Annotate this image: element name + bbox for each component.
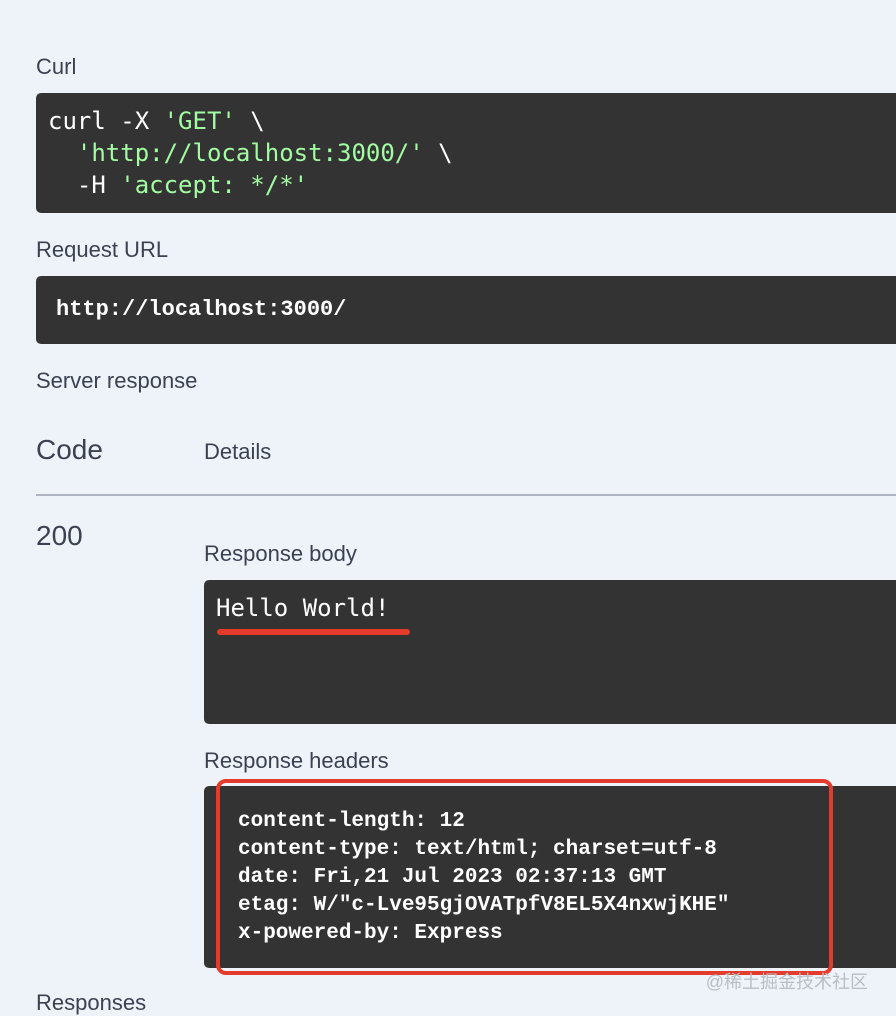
curl-line-2: 'http://localhost:3000/' \ [48, 137, 896, 169]
curl-header-flag: -H [48, 171, 121, 199]
server-response-label: Server response [36, 368, 198, 393]
response-body-label: Response body [204, 541, 357, 566]
code-column-header: Code [36, 434, 103, 465]
request-url-block[interactable]: http://localhost:3000/ [36, 276, 896, 344]
table-divider [36, 494, 896, 496]
curl-indent [48, 139, 77, 167]
watermark: @稀土掘金技术社区 [705, 972, 868, 992]
curl-line-3: -H 'accept: */*' [48, 169, 896, 201]
curl-code-block[interactable]: curl -X 'GET' \ 'http://localhost:3000/'… [36, 93, 896, 213]
status-code: 200 [36, 520, 83, 551]
curl-url: 'http://localhost:3000/' [76, 139, 424, 167]
curl-line-1: curl -X 'GET' \ [48, 105, 896, 137]
details-column-header: Details [204, 439, 272, 464]
curl-method: 'GET' [163, 107, 236, 135]
response-body-block[interactable]: Hello World! [204, 580, 896, 724]
response-body-text: Hello World! [216, 594, 390, 622]
curl-continuation: \ [423, 139, 453, 167]
swagger-response-panel: Curl curl -X 'GET' \ 'http://localhost:3… [0, 0, 896, 1016]
request-url-label: Request URL [36, 237, 169, 262]
response-headers-label: Response headers [204, 748, 389, 773]
curl-label: Curl [36, 54, 77, 79]
responses-label: Responses [36, 990, 147, 1015]
curl-command: curl -X [48, 107, 164, 135]
red-underline-annotation [217, 629, 410, 635]
curl-continuation: \ [235, 107, 265, 135]
red-box-annotation [216, 779, 833, 975]
curl-accept-header: 'accept: */*' [120, 171, 309, 199]
